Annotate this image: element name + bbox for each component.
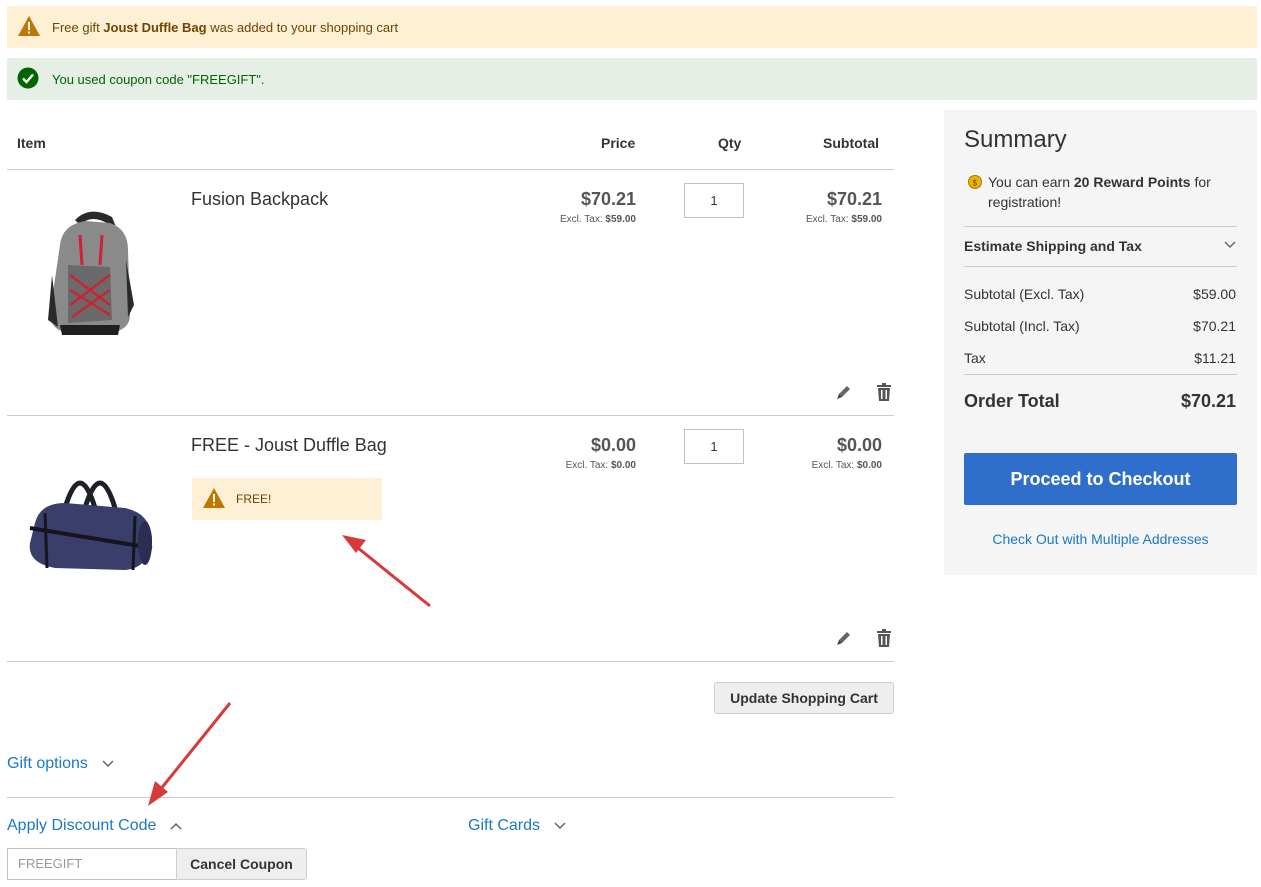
check-circle-icon [17, 67, 41, 91]
multi-address-checkout-link[interactable]: Check Out with Multiple Addresses [964, 531, 1237, 547]
qty-input-duffle[interactable]: 1 [684, 429, 744, 464]
gift-cards-label: Gift Cards [468, 817, 541, 834]
chevron-up-icon [170, 822, 182, 830]
apply-discount-toggle[interactable]: Apply Discount Code [7, 817, 182, 835]
price-duffle: $0.00 [590, 435, 636, 455]
edit-icon[interactable] [834, 382, 854, 402]
coupon-code-input[interactable]: FREEGIFT [7, 848, 177, 880]
order-total-label: Order Total [964, 391, 1060, 411]
chevron-down-icon [102, 760, 114, 768]
apply-discount-label: Apply Discount Code [7, 817, 157, 834]
subtotal-duffle: $0.00 [836, 435, 882, 455]
free-gift-message-text: Free gift Joust Duffle Bag was added to … [52, 19, 399, 35]
warning-icon [17, 15, 41, 39]
coin-icon: $ [968, 175, 982, 189]
cancel-coupon-button[interactable]: Cancel Coupon [176, 848, 307, 880]
divider [964, 374, 1237, 375]
divider [7, 169, 894, 170]
price-backpack: $70.21 [580, 189, 636, 209]
coupon-success-message: You used coupon code "FREEGIFT". [7, 58, 1257, 100]
free-gift-message: Free gift Joust Duffle Bag was added to … [7, 6, 1257, 48]
annotation-arrow-free-badge [342, 535, 431, 608]
qty-input-backpack[interactable]: 1 [684, 183, 744, 218]
edit-icon[interactable] [834, 628, 854, 648]
order-summary: Summary $ You can earn 20 Reward Points … [944, 110, 1257, 575]
summary-row-value: $59.00 [1193, 286, 1236, 302]
trash-icon[interactable] [874, 382, 894, 402]
free-badge: FREE! [192, 478, 382, 520]
divider [7, 661, 894, 662]
proceed-to-checkout-button[interactable]: Proceed to Checkout [964, 453, 1237, 505]
summary-row-value: $70.21 [1193, 318, 1236, 334]
subtotal-backpack: $70.21 [826, 189, 882, 209]
update-cart-button[interactable]: Update Shopping Cart [714, 682, 894, 714]
divider [964, 226, 1237, 227]
subtotal-excl-tax-duffle: Excl. Tax: $0.00 [811, 460, 882, 471]
chevron-down-icon [554, 822, 566, 830]
divider [7, 415, 894, 416]
product-image-duffle[interactable] [25, 458, 155, 578]
col-header-qty: Qty [718, 135, 742, 151]
estimate-shipping-toggle[interactable]: Estimate Shipping and Tax [964, 238, 1236, 254]
reward-points-message: $ You can earn 20 Reward Points for regi… [968, 172, 1238, 212]
summary-row-subtotal-excl: Subtotal (Excl. Tax) $59.00 [964, 286, 1236, 302]
summary-row-tax: Tax $11.21 [964, 350, 1236, 366]
product-name-backpack[interactable]: Fusion Backpack [191, 189, 328, 210]
order-total: Order Total $70.21 [964, 391, 1236, 412]
free-badge-text: FREE! [236, 492, 272, 506]
estimate-shipping-label: Estimate Shipping and Tax [964, 238, 1142, 254]
divider [7, 797, 894, 798]
product-image-backpack[interactable] [40, 205, 140, 340]
summary-title: Summary [964, 126, 1067, 153]
annotation-arrow-discount [148, 702, 232, 806]
coupon-success-text: You used coupon code "FREEGIFT". [52, 71, 265, 87]
summary-row-subtotal-incl: Subtotal (Incl. Tax) $70.21 [964, 318, 1236, 334]
price-excl-tax-backpack: Excl. Tax: $59.00 [560, 214, 636, 225]
subtotal-excl-tax-backpack: Excl. Tax: $59.00 [806, 214, 882, 225]
col-header-price: Price [601, 135, 636, 151]
summary-row-label: Subtotal (Incl. Tax) [964, 318, 1080, 334]
gift-options-toggle[interactable]: Gift options [7, 755, 114, 773]
price-excl-tax-duffle: Excl. Tax: $0.00 [565, 460, 636, 471]
summary-row-label: Subtotal (Excl. Tax) [964, 286, 1085, 302]
chevron-down-icon [1224, 241, 1236, 254]
summary-row-label: Tax [964, 350, 986, 366]
divider [964, 266, 1237, 267]
warning-icon [202, 487, 226, 511]
col-header-subtotal: Subtotal [823, 135, 879, 151]
gift-options-label: Gift options [7, 755, 88, 772]
order-total-value: $70.21 [1180, 391, 1236, 411]
summary-row-value: $11.21 [1194, 350, 1236, 366]
svg-text:$: $ [972, 179, 978, 189]
col-header-item: Item [17, 135, 46, 151]
product-name-duffle[interactable]: FREE - Joust Duffle Bag [191, 435, 387, 456]
trash-icon[interactable] [874, 628, 894, 648]
gift-cards-toggle[interactable]: Gift Cards [468, 817, 566, 835]
